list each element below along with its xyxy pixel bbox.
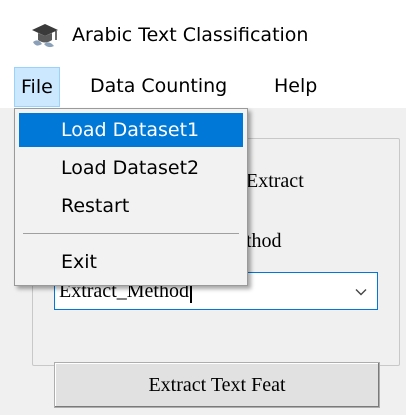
menu-help[interactable]: Help — [268, 66, 323, 106]
file-dropdown-menu: Load Dataset1 Load Dataset2 Restart Exit — [14, 108, 248, 286]
menu-bar: File Data Counting Help — [0, 66, 406, 108]
menu-separator — [23, 233, 239, 234]
extract-label: Extract — [246, 170, 304, 192]
menu-item-load-dataset1[interactable]: Load Dataset1 — [19, 113, 243, 147]
chevron-down-icon[interactable] — [355, 286, 367, 298]
menu-file[interactable]: File — [14, 67, 60, 107]
extract-text-features-button[interactable]: Extract Text Feat — [54, 362, 380, 408]
method-label: thod — [246, 230, 282, 252]
menu-item-load-dataset2[interactable]: Load Dataset2 — [19, 151, 243, 185]
window-title: Arabic Text Classification — [72, 24, 309, 46]
menu-data-counting[interactable]: Data Counting — [84, 66, 233, 106]
title-bar: Arabic Text Classification — [0, 0, 406, 66]
menu-item-exit[interactable]: Exit — [19, 245, 243, 279]
menu-item-restart[interactable]: Restart — [19, 189, 243, 223]
graduation-cap-icon — [32, 24, 58, 48]
